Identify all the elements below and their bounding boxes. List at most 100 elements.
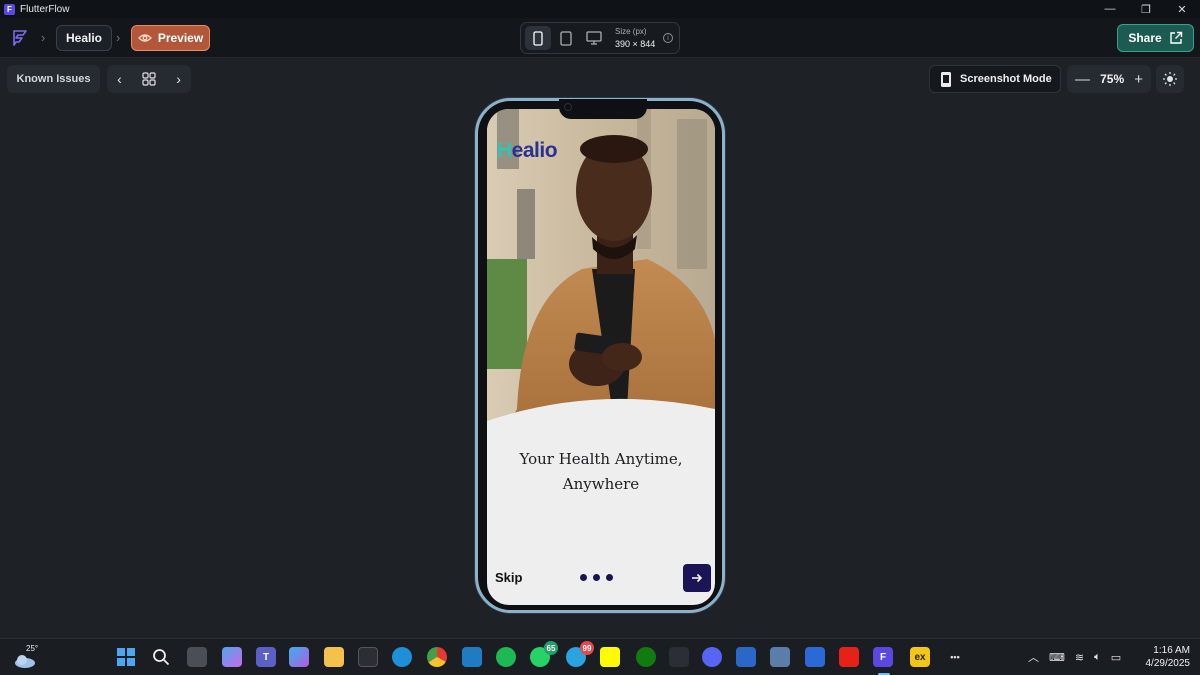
flutterflow-taskbar-icon[interactable]: F (873, 647, 893, 667)
eye-icon (137, 34, 152, 42)
share-label: Share (1128, 31, 1162, 45)
search-icon[interactable] (151, 647, 171, 667)
previous-page-icon[interactable]: ‹ (117, 71, 122, 87)
close-button[interactable]: ✕ (1164, 0, 1200, 18)
onboarding-headline: Your Health Anytime, Anywhere (487, 447, 715, 497)
xbox-icon[interactable] (636, 647, 656, 667)
phone-device-button[interactable] (525, 26, 551, 50)
info-icon[interactable]: i (663, 33, 673, 43)
system-tray: ︿ ⌨ ≋ 🔈︎ ▭ (1028, 649, 1121, 665)
flutterflow-logo-icon[interactable] (10, 28, 30, 48)
next-button[interactable] (683, 564, 711, 592)
clock-time: 1:16 AM (1153, 645, 1190, 656)
desktop-device-button[interactable] (581, 26, 607, 50)
cloud-icon (15, 655, 35, 668)
discord-icon[interactable] (702, 647, 722, 667)
file-explorer-icon[interactable] (324, 647, 344, 667)
arrow-right-icon (692, 573, 703, 583)
preview-button[interactable]: Preview (131, 25, 210, 51)
battery-icon[interactable]: ▭ (1111, 651, 1121, 664)
windows-taskbar: 25° T 65 99 F ex ••• ︿ ⌨ ≋ 🔈︎ ▭ 1:16 AM … (0, 638, 1200, 675)
youtube-icon[interactable] (839, 647, 859, 667)
azure-icon[interactable] (736, 647, 756, 667)
page-navigation: ‹ › (107, 65, 191, 93)
zoom-level: 75% (1100, 72, 1125, 86)
teams-icon[interactable]: T (256, 647, 276, 667)
headline-line-1: Your Health Anytime, (519, 450, 683, 468)
phone-notch (559, 99, 647, 119)
page-dot[interactable] (606, 574, 613, 581)
zoom-out-button[interactable]: — (1075, 71, 1090, 88)
more-apps-icon[interactable]: ••• (945, 647, 965, 667)
screenshot-mode-button[interactable]: Screenshot Mode (929, 65, 1061, 93)
weather-temp: 25° (26, 644, 39, 653)
desktop-icon (586, 31, 602, 45)
preview-label: Preview (157, 31, 204, 45)
page-dot[interactable] (580, 574, 587, 581)
screenshot-mode-label: Screenshot Mode (960, 73, 1052, 85)
share-button[interactable]: Share (1117, 24, 1194, 52)
windows-start-icon[interactable] (116, 647, 136, 667)
vscode-icon[interactable] (462, 647, 482, 667)
maximize-button[interactable]: ❐ (1128, 0, 1164, 18)
tray-chevron-icon[interactable]: ︿ (1028, 649, 1039, 665)
phone-icon (533, 30, 543, 46)
window-title: FlutterFlow (20, 3, 70, 15)
system-clock[interactable]: 1:16 AM 4/29/2025 (1138, 644, 1191, 670)
whatsapp-icon[interactable]: 65 (530, 641, 558, 667)
tablet-device-button[interactable] (553, 26, 579, 50)
screenshot-phone-icon (941, 71, 951, 87)
zoom-in-button[interactable]: + (1134, 71, 1143, 88)
theme-toggle-button[interactable] (1156, 65, 1184, 93)
task-view-icon[interactable] (187, 647, 207, 667)
top-toolbar: › Healio › Preview Size (px) 390 × 844 i… (0, 18, 1200, 58)
skip-button[interactable]: Skip (495, 570, 522, 585)
volume-icon[interactable]: 🔈︎ (1094, 651, 1101, 664)
phone-frame: Healio Your Health Anytime, Anywhere Ski… (475, 98, 725, 613)
expressvpn-icon[interactable]: ex (910, 647, 930, 667)
logo-text: ealio (511, 139, 558, 162)
snapchat-icon[interactable] (600, 647, 620, 667)
tablet-icon (560, 30, 572, 46)
wifi-icon[interactable]: ≋ (1075, 651, 1084, 664)
app-screen: Healio Your Health Anytime, Anywhere Ski… (487, 109, 715, 605)
spotify-icon[interactable] (496, 647, 516, 667)
edge-icon[interactable] (392, 647, 412, 667)
external-link-icon (1169, 31, 1182, 44)
page-indicator (580, 574, 613, 581)
breadcrumb-chevron-icon: › (116, 30, 121, 45)
minimize-button[interactable]: — (1092, 0, 1128, 18)
project-breadcrumb[interactable]: Healio (56, 25, 113, 51)
breadcrumb-chevron-icon: › (41, 30, 46, 45)
window-title-bar: F FlutterFlow — ❐ ✕ (0, 0, 1200, 18)
page-dot[interactable] (593, 574, 600, 581)
telegram-badge: 99 (580, 641, 594, 655)
known-issues-button[interactable]: Known Issues (7, 65, 100, 93)
keyboard-icon[interactable]: ⌨ (1049, 651, 1065, 664)
microsoft-store-icon[interactable] (358, 647, 378, 667)
figma-icon[interactable] (669, 647, 689, 667)
sun-icon (1163, 72, 1177, 86)
telegram-icon[interactable]: 99 (566, 641, 594, 667)
photos-icon[interactable] (770, 647, 790, 667)
todo-icon[interactable] (805, 647, 825, 667)
size-label: Size (px) (615, 27, 647, 36)
weather-widget[interactable]: 25° (14, 644, 44, 671)
screen-size-info: Size (px) 390 × 844 (615, 26, 655, 50)
healio-logo: Healio (497, 139, 558, 163)
clock-date: 4/29/2025 (1145, 658, 1191, 669)
device-selector: Size (px) 390 × 844 i (520, 22, 680, 54)
next-page-icon[interactable]: › (176, 71, 181, 87)
camera-icon (564, 103, 572, 111)
flutterflow-app-icon: F (4, 3, 15, 15)
window-controls: — ❐ ✕ (1092, 0, 1200, 18)
copilot-icon[interactable] (222, 647, 242, 667)
copilot-m365-icon[interactable] (289, 647, 309, 667)
zoom-control: — 75% + (1067, 65, 1151, 93)
whatsapp-badge: 65 (544, 641, 558, 655)
grid-icon[interactable] (142, 72, 156, 86)
size-value: 390 × 844 (615, 39, 656, 49)
logo-h: H (497, 139, 512, 162)
chrome-icon[interactable] (427, 647, 447, 667)
headline-line-2: Anywhere (562, 475, 640, 493)
